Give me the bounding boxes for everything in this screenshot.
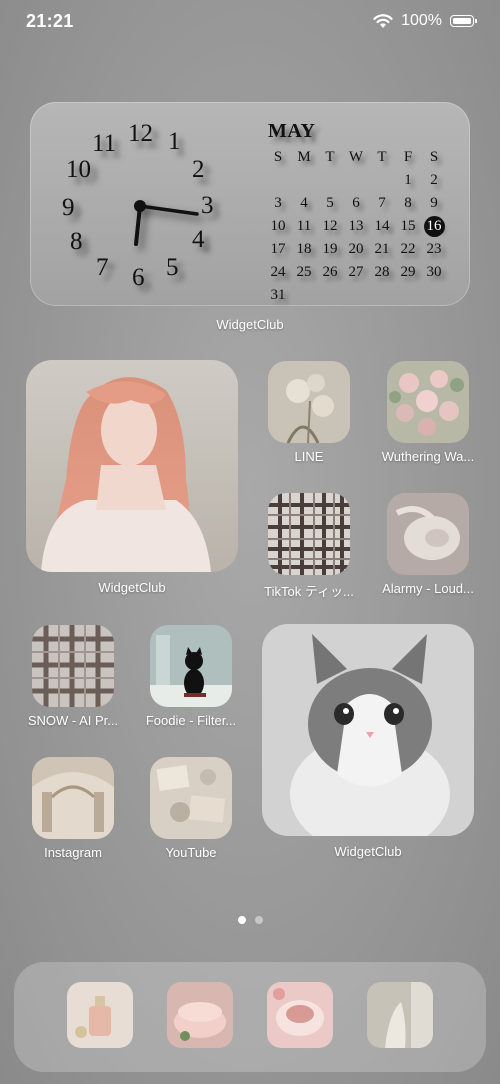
calendar-day: 8 [404,195,412,211]
status-time: 21:21 [26,11,74,31]
app-snow[interactable] [32,625,114,707]
calendar-day: 22 [400,241,416,257]
calendar-day: 26 [322,264,338,280]
calendar-day: 4 [300,195,308,211]
foodie-app-icon [150,625,232,707]
calendar-weekday: S [273,149,283,165]
clock-hands [134,200,199,246]
calendar-empty-cell [265,170,291,191]
app-label-youtube: YouTube [165,845,217,860]
photo-widget-cat[interactable] [262,624,474,836]
widget-label-cat: WidgetClub [334,844,402,859]
app-tiktok[interactable] [268,493,350,575]
calendar-grid: S M T W T F S 1 2 3 4 5 6 7 8 9 10 11 12 13 14 15 16 17 18 19 20 21… [265,147,458,306]
app-alarmy[interactable] [387,493,469,575]
page-dot-2[interactable] [254,916,263,924]
calendar-empty-cell [317,170,343,191]
app-wuthering-waves[interactable] [387,361,469,443]
widget-label-photo: WidgetClub [98,580,166,595]
calendar-weekday: W [348,149,364,165]
tiktok-app-icon [268,493,350,575]
calendar-day: 20 [348,241,364,257]
calendar-day: 11 [296,218,312,234]
widget-label-clock: WidgetClub [216,317,284,332]
app-foodie[interactable] [150,625,232,707]
app-label-tiktok: TikTok ティッ... [264,584,354,599]
instagram-app-icon [32,757,114,839]
cat-image [262,624,474,836]
calendar-day: 5 [326,195,334,211]
calendar-day: 24 [270,264,286,280]
page-indicator[interactable] [0,916,500,924]
perfume-icon [67,982,133,1048]
calendar-day: 29 [400,264,416,280]
status-bar: 21:21 100% [0,0,500,44]
calendar: MAY S M T W T F S 1 2 3 4 5 6 7 8 9 10 11 12 13 14 15 16 17 18 19… [268,120,458,306]
page-dot-1[interactable] [237,916,246,924]
line-app-icon [268,361,350,443]
calendar-weekday: M [297,149,311,165]
calendar-day: 18 [296,241,312,257]
calendar-weekday: T [325,149,335,165]
dock-app-2[interactable] [167,982,233,1048]
calendar-weekday: S [429,149,439,165]
cake-icon [167,982,233,1048]
calendar-day: 19 [322,241,338,257]
calendar-day: 15 [400,218,416,234]
youtube-app-icon [150,757,232,839]
app-label-wuthering: Wuthering Wa... [381,449,475,464]
calendar-day: 25 [296,264,312,280]
dock-app-4[interactable] [367,982,433,1048]
teacup-icon [267,982,333,1048]
calendar-day: 10 [270,218,286,234]
app-label-snow: SNOW - AI Pr... [27,713,119,728]
calendar-day: 31 [270,287,286,303]
battery-icon [450,15,477,27]
calendar-day: 12 [322,218,338,234]
calendar-empty-cell [369,170,395,191]
calendar-day: 1 [404,172,412,188]
app-label-foodie: Foodie - Filter... [145,713,237,728]
calendar-day: 23 [426,241,442,257]
calendar-day: 27 [348,264,364,280]
dock-app-3[interactable] [267,982,333,1048]
calendar-empty-cell [291,170,317,191]
calendar-empty-cell [343,170,369,191]
calendar-weekday: T [377,149,387,165]
alarmy-app-icon [387,493,469,575]
calendar-day: 3 [274,195,282,211]
battery-percent: 100% [401,12,442,29]
wifi-icon [373,13,393,28]
calendar-day: 14 [374,218,390,234]
calendar-weekday: F [403,149,413,165]
minute-hand [138,204,199,216]
calendar-day: 21 [374,241,390,257]
app-label-line: LINE [294,449,324,464]
dock-app-1[interactable] [67,982,133,1048]
app-label-instagram: Instagram [44,845,102,860]
app-youtube[interactable] [150,757,232,839]
calendar-day: 30 [426,264,442,280]
analog-clock: 12 1 2 3 4 5 6 7 8 9 10 11 [62,120,260,292]
calendar-month: MAY [268,120,316,142]
photo-widget-portrait[interactable] [26,360,238,572]
calendar-day: 6 [352,195,360,211]
calendar-day: 9 [430,195,438,211]
calendar-day: 13 [348,218,364,234]
calendar-day: 7 [378,195,386,211]
calendar-day: 28 [374,264,390,280]
dock [14,962,486,1072]
statue-icon [367,982,433,1048]
app-label-alarmy: Alarmy - Loud... [382,581,474,596]
app-instagram[interactable] [32,757,114,839]
calendar-day: 17 [270,241,286,257]
app-line[interactable] [268,361,350,443]
snow-app-icon [32,625,114,707]
portrait-image [26,360,238,572]
calendar-day: 2 [430,172,438,188]
clock-calendar-widget[interactable]: 12 1 2 3 4 5 6 7 8 9 10 11 MAY SMTWTFS12… [30,102,470,306]
wuthering-app-icon [387,361,469,443]
calendar-day: 16 [423,216,445,237]
